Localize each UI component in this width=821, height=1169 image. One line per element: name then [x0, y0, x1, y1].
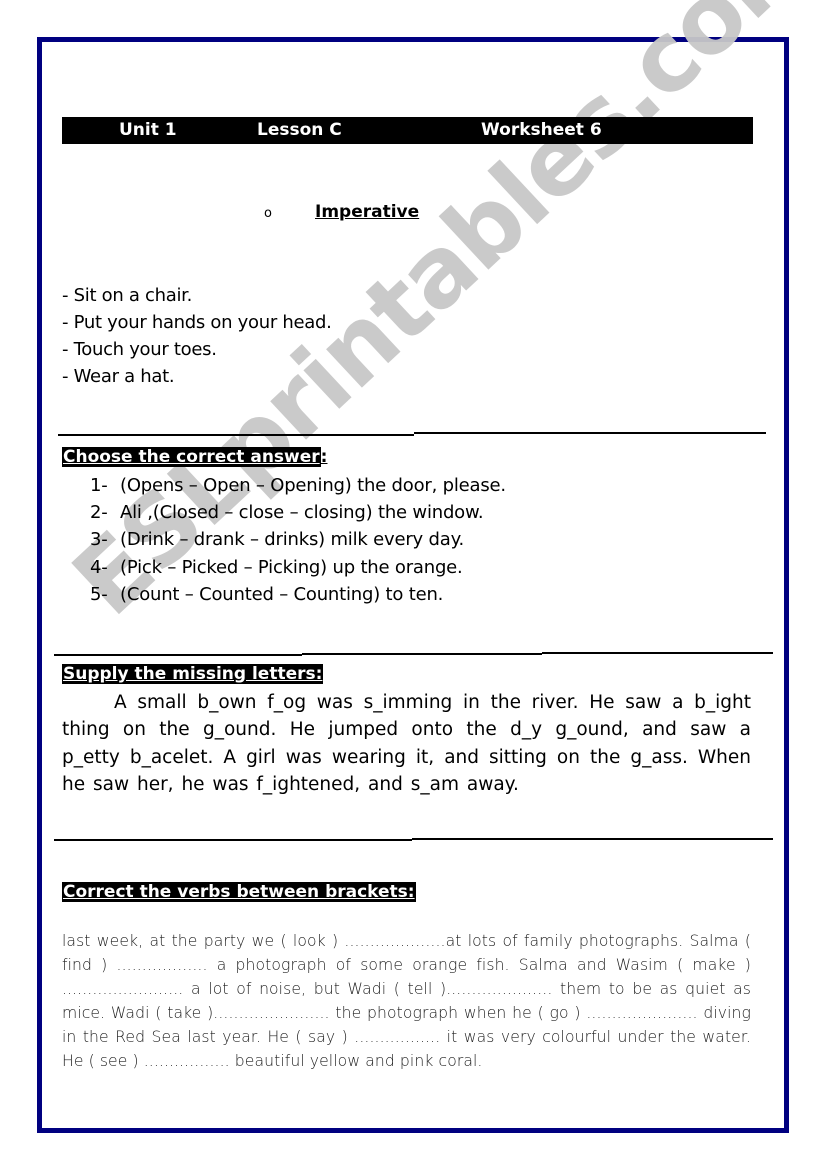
separator-line [302, 653, 542, 655]
separator-line [542, 652, 773, 654]
choice-number: 3- [90, 529, 108, 551]
circle-bullet-icon: o [264, 206, 272, 221]
supply-heading-text: Supply the missing letters: [62, 664, 324, 684]
choice-item: 3- (Drink – drank – drinks) milk every da… [90, 526, 506, 553]
separator-line [54, 654, 302, 656]
example-item: - Put your hands on your head. [62, 312, 332, 333]
example-item: - Wear a hat. [62, 366, 175, 387]
choice-number: 4- [90, 556, 108, 578]
choice-text: Ali ,(Closed – close – closing) the wind… [120, 502, 484, 524]
verbs-section-heading: Correct the verbs between brackets: [62, 881, 416, 903]
choice-number: 2- [90, 502, 108, 524]
separator-line [54, 839, 412, 841]
verbs-paragraph: last week, at the party we ( look ) ....… [62, 932, 751, 1070]
unit-label: Unit 1 [119, 120, 177, 140]
choice-number: 5- [90, 583, 108, 605]
example-item: - Sit on a chair. [62, 285, 193, 306]
separator-line [412, 838, 773, 840]
worksheet: Unit 1 Lesson C Worksheet 6 o Imperative… [0, 0, 821, 1169]
choice-item: 1- (Opens – Open – Opening) the door, ple… [90, 472, 506, 499]
separator-line [58, 434, 414, 436]
lesson-label: Lesson C [257, 120, 342, 140]
separator-line [414, 432, 766, 434]
topic-title: Imperative [315, 202, 420, 222]
supply-paragraph: A small b_own f_og was s_imming in the r… [62, 692, 751, 795]
worksheet-label: Worksheet 6 [481, 120, 602, 140]
choice-text: (Opens – Open – Opening) the door, pleas… [120, 475, 506, 496]
examples-list: - Sit on a chair. - Put your hands on yo… [62, 282, 332, 390]
choice-item: 5- (Count – Counted – Counting) to ten. [90, 581, 506, 608]
example-item: - Touch your toes. [62, 339, 217, 360]
choose-heading-text: Choose the correct answer [62, 447, 321, 467]
verbs-heading-text: Correct the verbs between brackets: [62, 882, 416, 902]
choices-list: 1- (Opens – Open – Opening) the door, ple… [90, 472, 506, 608]
choose-heading-colon: : [320, 447, 328, 467]
choice-item: 4- (Pick – Picked – Picking) up the orang… [90, 554, 506, 581]
choice-text: (Count – Counted – Counting) to ten. [120, 583, 444, 605]
choose-section-heading: Choose the correct answer: [62, 446, 327, 468]
choice-text: (Pick – Picked – Picking) up the orange. [120, 556, 463, 578]
header-bar: Unit 1 Lesson C Worksheet 6 [62, 117, 753, 144]
choice-text: (Drink – drank – drinks) milk every day. [120, 529, 464, 551]
supply-section-heading: Supply the missing letters: [62, 663, 324, 685]
choice-item: 2- Ali ,(Closed – close – closing) the wi… [90, 499, 506, 526]
choice-number: 1- [90, 475, 108, 496]
